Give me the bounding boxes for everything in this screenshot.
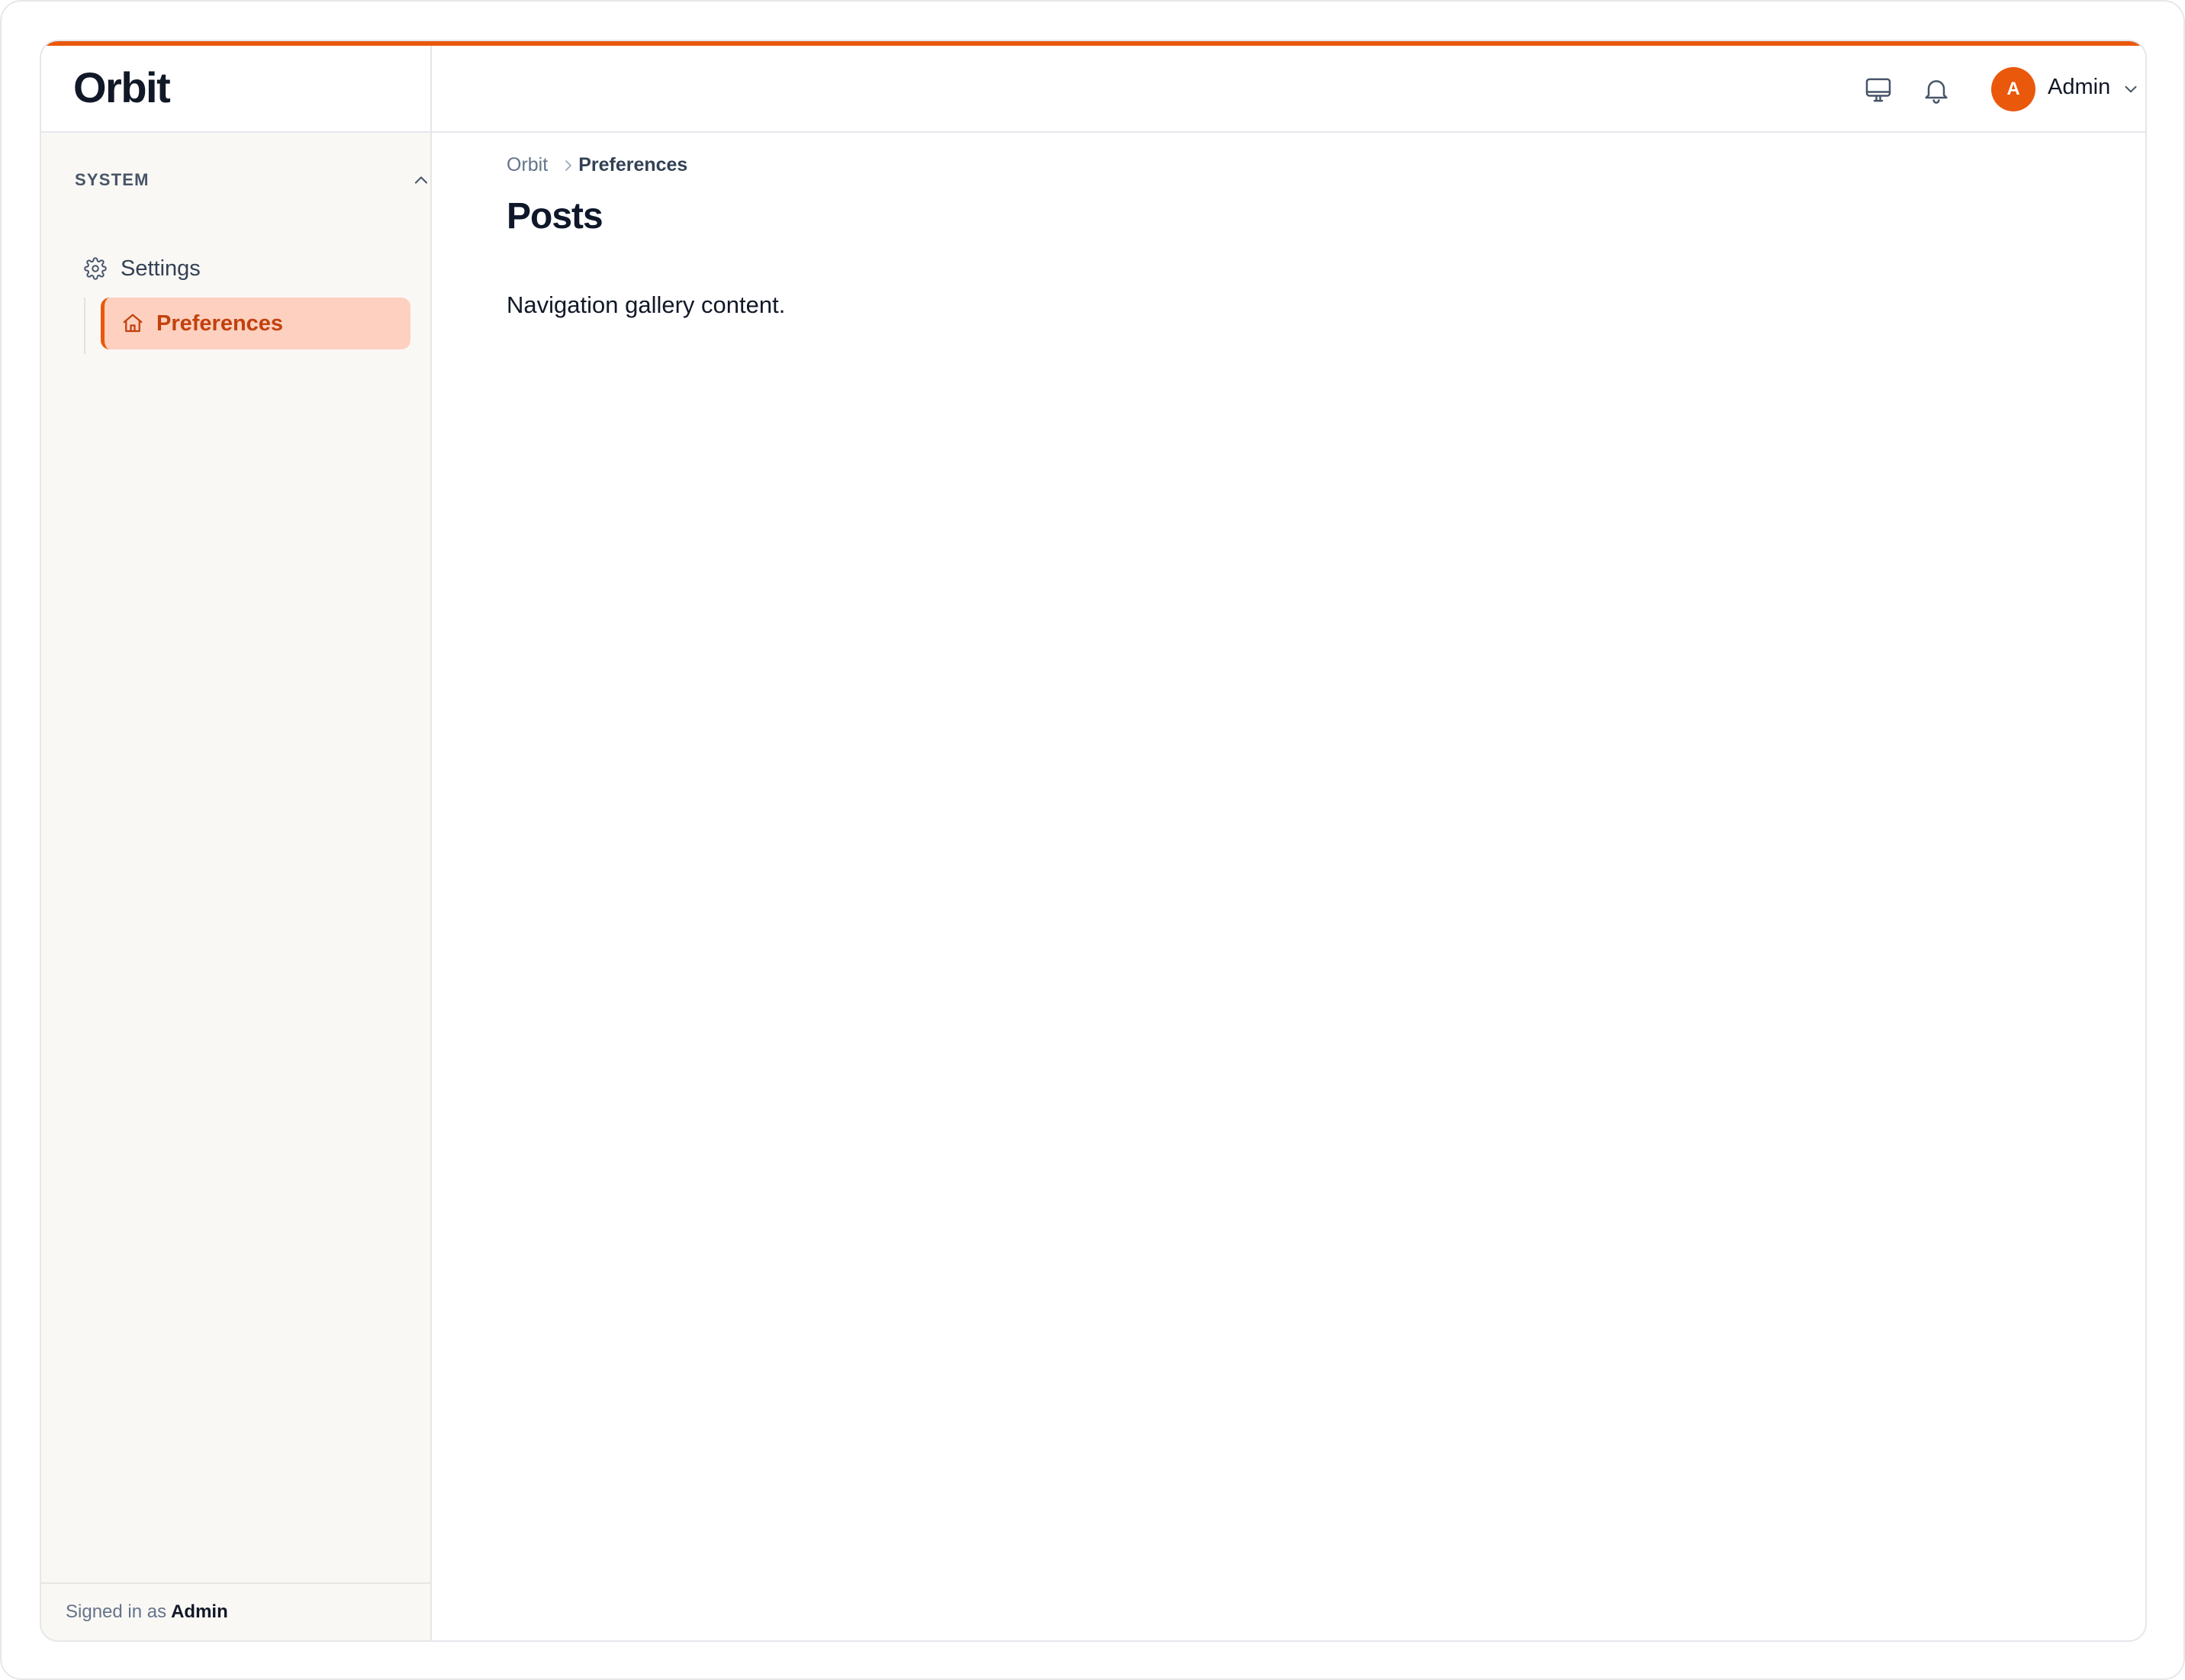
nav-group-label: SYSTEM bbox=[75, 170, 150, 189]
app-window: Orbit SYSTEM Settings Preferences Signed… bbox=[40, 40, 2147, 1642]
chevron-up-icon[interactable] bbox=[410, 169, 432, 191]
signed-in-prefix: Signed in as bbox=[66, 1601, 167, 1622]
gear-icon bbox=[84, 257, 107, 280]
main-content: Orbit Preferences Posts Navigation galle… bbox=[432, 134, 2145, 1640]
breadcrumb-current: Preferences bbox=[578, 154, 688, 175]
breadcrumb: Orbit Preferences bbox=[507, 154, 687, 176]
signed-in-user: Admin bbox=[171, 1601, 228, 1622]
sidebar-item-settings[interactable]: Settings bbox=[84, 249, 201, 288]
sidebar-footer: Signed in as Admin bbox=[41, 1582, 430, 1640]
chevron-right-icon bbox=[565, 159, 571, 171]
home-icon bbox=[123, 314, 143, 333]
avatar[interactable]: A bbox=[1991, 67, 2035, 111]
app-logo[interactable]: Orbit bbox=[73, 63, 171, 112]
sidebar-item-label: Preferences bbox=[156, 311, 284, 336]
bell-icon[interactable] bbox=[1921, 75, 1952, 105]
top-header: A Admin bbox=[432, 46, 2145, 133]
page-frame: Orbit SYSTEM Settings Preferences Signed… bbox=[0, 0, 2185, 1680]
sidebar: Orbit SYSTEM Settings Preferences Signed… bbox=[41, 46, 432, 1640]
chevron-down-icon[interactable] bbox=[2121, 79, 2141, 99]
sidebar-item-label: Settings bbox=[121, 256, 201, 281]
breadcrumb-root[interactable]: Orbit bbox=[507, 154, 548, 176]
page-title: Posts bbox=[507, 196, 603, 237]
nav-tree-line bbox=[84, 298, 85, 354]
nav-group-system[interactable]: SYSTEM bbox=[75, 165, 433, 195]
monitor-icon[interactable] bbox=[1863, 75, 1894, 105]
user-menu-name[interactable]: Admin bbox=[2048, 75, 2110, 100]
logo-area: Orbit bbox=[41, 46, 430, 133]
sidebar-item-preferences[interactable]: Preferences bbox=[101, 298, 410, 349]
page-body-text: Navigation gallery content. bbox=[507, 291, 786, 318]
